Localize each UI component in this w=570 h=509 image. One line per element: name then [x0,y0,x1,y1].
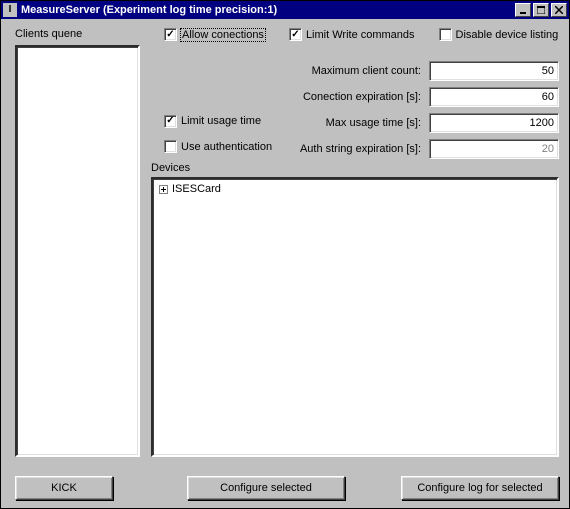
allow-connections-checkbox[interactable]: ✓ Allow conections [164,28,265,41]
limit-usage-checkbox[interactable]: ✓ Limit usage time [164,115,261,128]
checkbox-icon: ✓ [289,28,302,41]
minimize-button[interactable] [515,3,531,17]
kick-button[interactable]: KICK [15,476,113,500]
window-title: MeasureServer (Experiment log time preci… [21,4,277,16]
clients-queue-label: Clients quene [15,28,82,40]
maximize-button[interactable] [533,3,549,17]
limit-usage-label: Limit usage time [181,115,261,127]
connection-expiration-input[interactable] [429,87,559,107]
configure-log-label: Configure log for selected [417,482,542,494]
checkbox-icon [439,28,452,41]
tree-item[interactable]: ISESCard [159,183,551,195]
configure-selected-button[interactable]: Configure selected [187,476,345,500]
checkbox-icon: ✓ [164,28,177,41]
limit-write-label: Limit Write commands [306,29,415,41]
max-client-count-input[interactable] [429,61,559,81]
titlebar-controls [513,3,567,17]
max-client-count-label: Maximum client count: [312,65,421,77]
minimize-icon [519,6,527,14]
devices-tree[interactable]: ISESCard [151,177,559,457]
use-auth-checkbox[interactable]: Use authentication [164,140,272,153]
configure-log-button[interactable]: Configure log for selected [401,476,559,500]
tree-expand-icon[interactable] [159,185,168,194]
auth-expiration-label: Auth string expiration [s]: [300,143,421,155]
devices-label: Devices [151,162,190,174]
auth-expiration-input [429,139,559,159]
disable-listing-label: Disable device listing [456,29,559,41]
kick-button-label: KICK [51,482,77,494]
maximize-icon [537,6,545,14]
clients-queue-listbox[interactable] [15,45,140,457]
connection-expiration-label: Conection expiration [s]: [303,91,421,103]
close-button[interactable] [551,3,567,17]
max-usage-time-label: Max usage time [s]: [326,117,421,129]
titlebar: I MeasureServer (Experiment log time pre… [1,1,569,19]
limit-write-checkbox[interactable]: ✓ Limit Write commands [289,28,415,41]
allow-connections-label: Allow conections [181,29,265,41]
use-auth-label: Use authentication [181,141,272,153]
window-frame: I MeasureServer (Experiment log time pre… [0,0,570,509]
checkbox-icon [164,140,177,153]
tree-item-label: ISESCard [172,183,221,195]
checkbox-icon: ✓ [164,115,177,128]
app-icon: I [3,3,17,17]
configure-selected-label: Configure selected [220,482,312,494]
disable-listing-checkbox[interactable]: Disable device listing [439,28,559,41]
close-icon [555,6,563,14]
max-usage-time-input[interactable] [429,113,559,133]
